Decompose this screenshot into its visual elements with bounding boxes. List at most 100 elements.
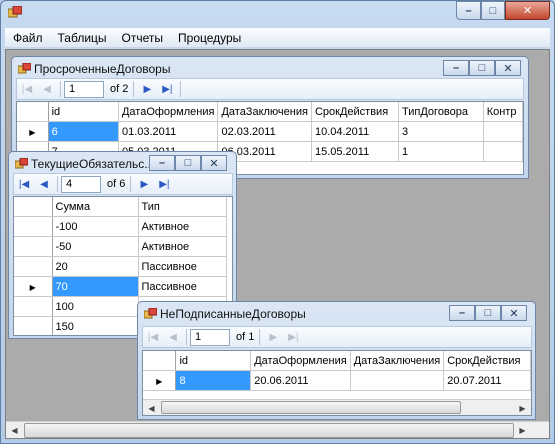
row-header[interactable]: ▶	[14, 276, 53, 297]
table-row[interactable]: -50 Активное	[14, 236, 227, 257]
nav-next-icon[interactable]: ▶	[263, 328, 283, 346]
column-header[interactable]: ДатаЗаключения	[217, 102, 312, 122]
table-row[interactable]: ▶ 6 01.03.2011 02.03.2011 10.04.2011 3	[17, 121, 523, 142]
column-header[interactable]: СрокДействия	[311, 102, 400, 122]
row-header[interactable]	[14, 236, 53, 257]
column-header[interactable]: ДатаОформления	[118, 102, 219, 122]
row-header[interactable]	[14, 256, 53, 277]
scroll-thumb[interactable]	[24, 423, 514, 438]
table-cell[interactable]: 10.04.2011	[311, 121, 400, 142]
nav-prev-icon[interactable]: ◀	[37, 80, 57, 98]
row-header[interactable]	[14, 316, 53, 335]
column-header[interactable]: Контр	[483, 102, 523, 122]
maximize-button[interactable]: □	[175, 155, 201, 171]
column-header[interactable]: ДатаОформления	[250, 351, 351, 371]
scroll-thumb[interactable]	[161, 401, 461, 414]
close-button[interactable]: ✕	[495, 60, 521, 76]
nav-last-icon[interactable]: ▶|	[154, 175, 174, 193]
nav-prev-icon[interactable]: ◀	[163, 328, 183, 346]
menu-procedures[interactable]: Процедуры	[170, 28, 248, 48]
corner-header[interactable]	[17, 102, 49, 122]
data-grid[interactable]: id ДатаОформления ДатаЗаключения СрокДей…	[142, 350, 532, 416]
table-cell[interactable]: 6	[48, 121, 119, 142]
table-cell[interactable]: Активное	[138, 216, 227, 237]
column-header[interactable]: Сумма	[52, 197, 139, 217]
close-button[interactable]: ✕	[505, 1, 550, 20]
column-header[interactable]: ДатаЗаключения	[350, 351, 445, 371]
row-header[interactable]: ▶	[143, 370, 177, 391]
table-row[interactable]: ▶ 70 Пассивное	[14, 276, 227, 297]
menu-tables[interactable]: Таблицы	[50, 28, 114, 48]
nav-last-icon[interactable]: ▶|	[283, 328, 303, 346]
scroll-right-icon[interactable]: ▶	[514, 400, 531, 415]
scroll-left-icon[interactable]: ◀	[6, 422, 23, 439]
table-cell[interactable]	[483, 141, 523, 162]
table-cell[interactable]: Активное	[138, 236, 227, 257]
column-header[interactable]: id	[48, 102, 119, 122]
current-row-icon: ▶	[156, 376, 163, 386]
menu-file[interactable]: Файл	[5, 28, 50, 48]
main-horizontal-scrollbar[interactable]: ◀ ▶	[6, 421, 549, 438]
table-row[interactable]: -100 Активное	[14, 216, 227, 237]
column-header[interactable]: Тип	[138, 197, 227, 217]
window-title: ПросроченныеДоговоры	[34, 62, 171, 76]
table-cell[interactable]: 20	[52, 256, 139, 277]
separator	[60, 81, 61, 97]
menu-bar: Файл Таблицы Отчеты Процедуры	[5, 28, 550, 48]
nav-first-icon[interactable]: |◀	[17, 80, 37, 98]
table-cell[interactable]: 8	[175, 370, 252, 391]
table-cell[interactable]: 02.03.2011	[217, 121, 312, 142]
table-cell[interactable]: -100	[52, 216, 139, 237]
minimize-button[interactable]: –	[443, 60, 469, 76]
nav-next-icon[interactable]: ▶	[137, 80, 157, 98]
table-cell[interactable]: 3	[398, 121, 484, 142]
close-button[interactable]: ✕	[501, 305, 527, 321]
minimize-button[interactable]: –	[149, 155, 175, 171]
table-cell[interactable]: 15.05.2011	[311, 141, 400, 162]
table-cell[interactable]	[350, 370, 445, 391]
table-cell[interactable]: -50	[52, 236, 139, 257]
position-input[interactable]: 4	[61, 175, 101, 193]
menu-reports[interactable]: Отчеты	[114, 28, 170, 48]
maximize-button[interactable]: □	[481, 1, 505, 20]
table-cell[interactable]: 01.03.2011	[118, 121, 219, 142]
scroll-left-icon[interactable]: ◀	[143, 400, 160, 415]
separator	[57, 176, 58, 192]
scroll-right-icon[interactable]: ▶	[514, 422, 531, 439]
table-cell[interactable]: 150	[52, 316, 139, 335]
table-cell[interactable]: 1	[398, 141, 484, 162]
table-cell[interactable]: Пассивное	[138, 276, 227, 297]
count-label: of 6	[107, 178, 126, 190]
position-input[interactable]: 1	[190, 328, 230, 346]
count-label: of 2	[110, 83, 129, 95]
close-button[interactable]: ✕	[201, 155, 227, 171]
nav-last-icon[interactable]: ▶|	[157, 80, 177, 98]
column-header[interactable]: СрокДействия	[443, 351, 531, 371]
maximize-button[interactable]: □	[469, 60, 495, 76]
column-header[interactable]: id	[175, 351, 252, 371]
grid-horizontal-scrollbar[interactable]: ◀ ▶	[143, 399, 531, 415]
table-cell[interactable]: Пассивное	[138, 256, 227, 277]
row-header[interactable]	[14, 216, 53, 237]
table-cell[interactable]: 70	[52, 276, 139, 297]
table-row[interactable]: ▶ 8 20.06.2011 20.07.2011	[143, 370, 531, 391]
nav-prev-icon[interactable]: ◀	[34, 175, 54, 193]
row-header[interactable]: ▶	[17, 121, 49, 142]
corner-header[interactable]	[14, 197, 53, 217]
table-cell[interactable]: 20.06.2011	[250, 370, 351, 391]
nav-first-icon[interactable]: |◀	[143, 328, 163, 346]
nav-first-icon[interactable]: |◀	[14, 175, 34, 193]
minimize-button[interactable]: –	[449, 305, 475, 321]
position-input[interactable]: 1	[64, 80, 104, 98]
table-row[interactable]: 20 Пассивное	[14, 256, 227, 277]
table-cell[interactable]: 20.07.2011	[443, 370, 531, 391]
binding-navigator: |◀ ◀ 1 of 2 ▶ ▶|	[16, 78, 524, 100]
maximize-button[interactable]: □	[475, 305, 501, 321]
row-header[interactable]	[14, 296, 53, 317]
table-cell[interactable]: 100	[52, 296, 139, 317]
column-header[interactable]: ТипДоговора	[398, 102, 484, 122]
minimize-button[interactable]: –	[456, 1, 481, 20]
table-cell[interactable]	[483, 121, 523, 142]
corner-header[interactable]	[143, 351, 177, 371]
nav-next-icon[interactable]: ▶	[134, 175, 154, 193]
